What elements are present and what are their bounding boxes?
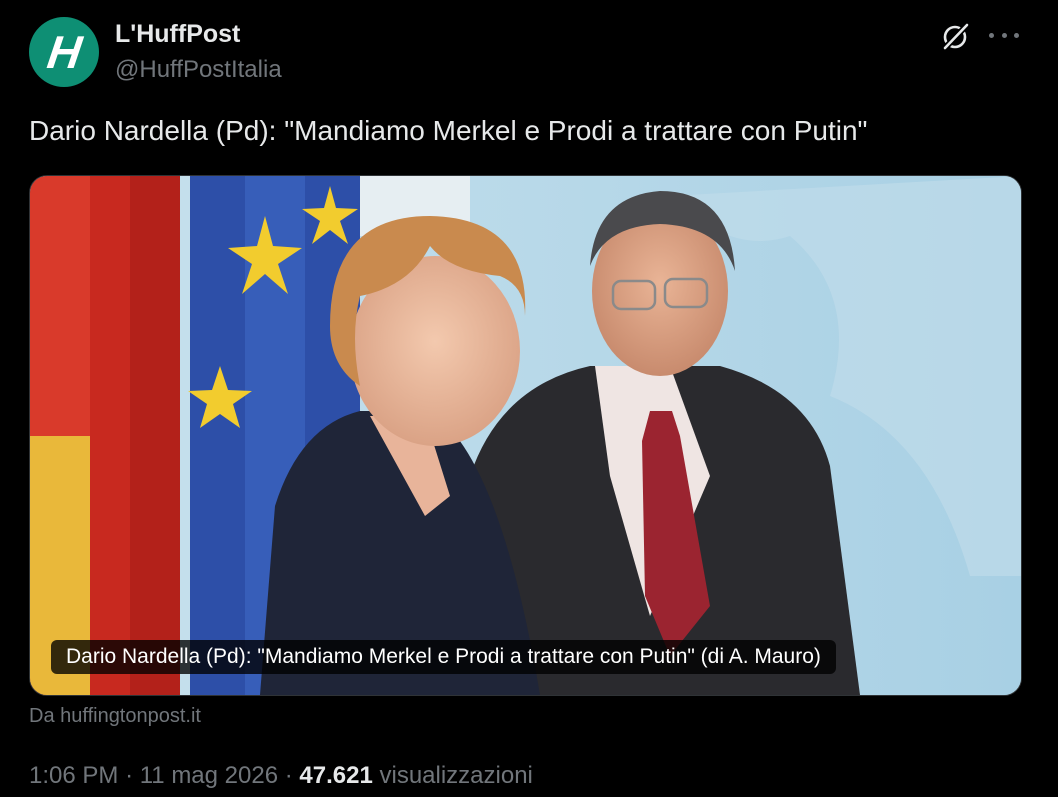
more-dot-icon [1014, 32, 1019, 38]
avatar-logo-letter: H [44, 26, 84, 78]
tweet-time[interactable]: 1:06 PM [29, 762, 118, 789]
meta-separator: · [125, 762, 134, 789]
views-count[interactable]: 47.621 [299, 762, 372, 789]
meta-separator: · [284, 762, 293, 789]
author-handle[interactable]: @HuffPostItalia [115, 56, 282, 84]
card-source-link[interactable]: Da huffingtonpost.it [29, 705, 201, 728]
tweet-meta: 1:06 PM · 11 mag 2026 · 47.621 visualizz… [29, 762, 533, 790]
tweet-container: H L'HuffPost @HuffPostItalia Dario Narde… [0, 0, 1058, 797]
avatar[interactable]: H [29, 17, 99, 87]
tweet-date[interactable]: 11 mag 2026 [140, 762, 278, 789]
more-dot-icon [1001, 32, 1007, 38]
card-caption: Dario Nardella (Pd): "Mandiamo Merkel e … [51, 640, 836, 674]
link-card-media[interactable]: Dario Nardella (Pd): "Mandiamo Merkel e … [29, 175, 1022, 696]
card-photo [30, 176, 1021, 695]
grok-icon[interactable] [940, 20, 972, 52]
author-display-name[interactable]: L'HuffPost [115, 20, 240, 49]
more-dot-icon [989, 32, 994, 38]
tweet-text: Dario Nardella (Pd): "Mandiamo Merkel e … [29, 115, 868, 146]
views-label: visualizzazioni [379, 762, 533, 789]
more-options-icon[interactable] [989, 22, 1019, 48]
